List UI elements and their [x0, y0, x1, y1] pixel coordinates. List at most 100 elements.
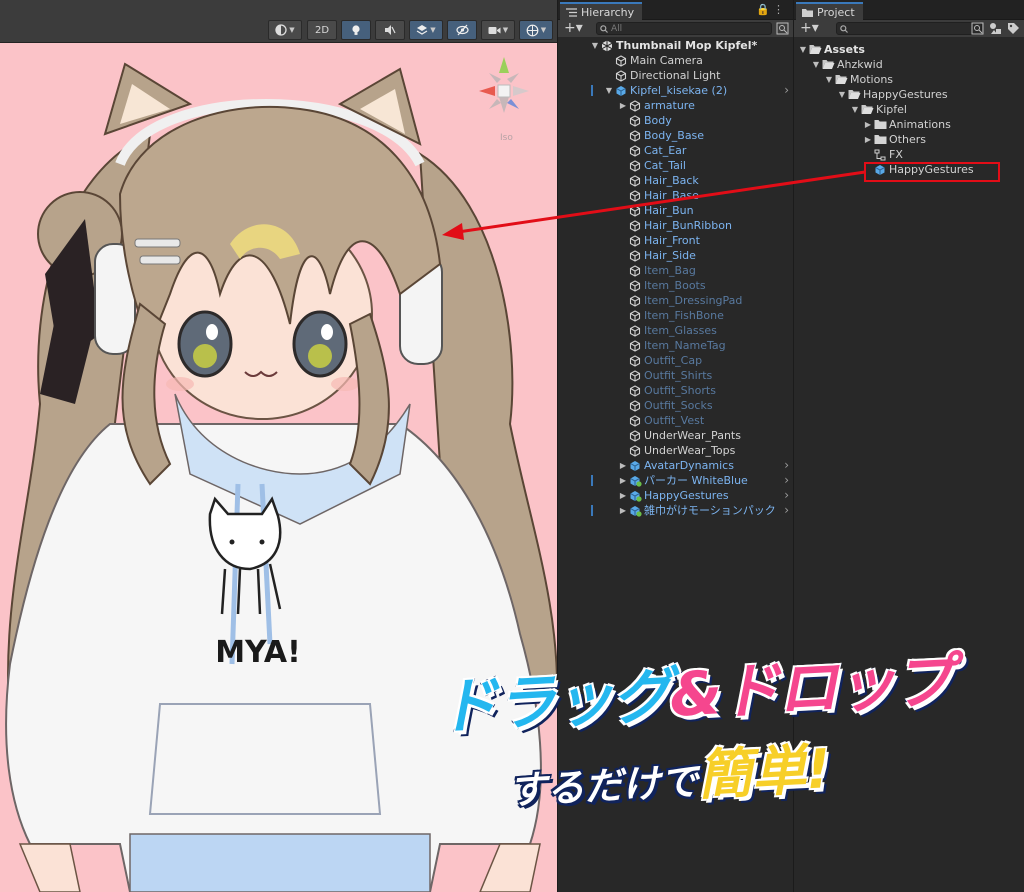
tree-row[interactable]: Cat_Ear — [558, 143, 793, 158]
prefab-cube-icon — [628, 459, 642, 473]
search-filter-icon[interactable] — [776, 22, 789, 35]
hierarchy-search-input[interactable]: All — [596, 22, 772, 35]
filter-by-label-icon[interactable] — [1007, 22, 1020, 35]
tree-row[interactable]: Item_Glasses — [558, 323, 793, 338]
folder-icon — [802, 8, 813, 17]
tab-hierarchy-label: Hierarchy — [581, 5, 635, 19]
tree-row[interactable]: FX — [794, 147, 1024, 162]
tree-row[interactable]: Item_DressingPad — [558, 293, 793, 308]
tree-row[interactable]: UnderWear_Pants — [558, 428, 793, 443]
expand-arrow-down-icon[interactable]: ▼ — [837, 87, 847, 102]
cube-outline-icon — [628, 99, 642, 113]
tree-row-label: Outfit_Shirts — [644, 369, 713, 382]
tree-row[interactable]: Main Camera — [558, 53, 793, 68]
draw-mode-dropdown[interactable]: ▼ — [268, 20, 302, 40]
kebab-menu-icon[interactable]: ⋮ — [773, 3, 787, 16]
expand-arrow-right-icon[interactable]: ▶ — [618, 98, 628, 113]
tree-row[interactable]: ▶ Animations — [794, 117, 1024, 132]
tree-row[interactable]: UnderWear_Tops — [558, 443, 793, 458]
tree-row[interactable]: Hair_Side — [558, 248, 793, 263]
expand-arrow-right-icon[interactable]: ▶ — [618, 488, 628, 503]
expand-arrow-right-icon[interactable]: ▶ — [863, 132, 873, 147]
tree-row[interactable]: Directional Light — [558, 68, 793, 83]
tree-row[interactable]: ▼ Kipfel_kisekae (2) › — [558, 83, 793, 98]
tree-row[interactable]: Hair_Front — [558, 233, 793, 248]
tree-row-label: Others — [889, 133, 926, 146]
expand-arrow-down-icon[interactable]: ▼ — [850, 102, 860, 117]
tree-row[interactable]: ▶ AvatarDynamics › — [558, 458, 793, 473]
tree-row-label: Hair_Side — [644, 249, 696, 262]
panel-menu-buttons[interactable]: 🔒⋮ — [756, 3, 787, 16]
tree-row[interactable]: ▼ Ahzkwid — [794, 57, 1024, 72]
tree-row[interactable]: ▶ パーカー WhiteBlue › — [558, 473, 793, 488]
tree-row[interactable]: Hair_Bun — [558, 203, 793, 218]
tree-row-label: Item_NameTag — [644, 339, 726, 352]
tree-row[interactable]: Item_Bag — [558, 263, 793, 278]
expand-arrow-right-icon[interactable]: ▶ — [618, 458, 628, 473]
tree-row[interactable]: ▼ Assets — [794, 42, 1024, 57]
expand-arrow-down-icon[interactable]: ▼ — [798, 42, 808, 57]
camera-settings-dropdown[interactable]: ▼ — [481, 20, 515, 40]
tree-row-label: Assets — [824, 43, 865, 56]
tree-row[interactable]: Outfit_Vest — [558, 413, 793, 428]
tree-row[interactable]: Body_Base — [558, 128, 793, 143]
tree-row[interactable]: Outfit_Shorts — [558, 383, 793, 398]
tree-row-label: UnderWear_Tops — [644, 444, 736, 457]
project-folder-tree[interactable]: ▼ Assets ▼ Ahzkwid ▼ Motions ▼ HappyGestures ▼ Ki… — [794, 42, 1024, 177]
open-prefab-chevron-icon[interactable]: › — [784, 488, 789, 503]
tree-row[interactable]: ▶ armature — [558, 98, 793, 113]
cube-outline-icon — [628, 279, 642, 293]
tree-row[interactable]: Cat_Tail — [558, 158, 793, 173]
tree-row[interactable]: ▶ Others — [794, 132, 1024, 147]
list-icon — [566, 7, 577, 17]
tree-row[interactable]: ▼ HappyGestures — [794, 87, 1024, 102]
lightbulb-icon — [352, 25, 360, 35]
lighting-toggle-button[interactable] — [341, 20, 371, 40]
filter-by-type-icon[interactable] — [989, 22, 1002, 35]
open-prefab-chevron-icon[interactable]: › — [784, 83, 789, 98]
tree-row[interactable]: Outfit_Shirts — [558, 368, 793, 383]
tree-row[interactable]: Outfit_Cap — [558, 353, 793, 368]
toggle-2d-button[interactable]: 2D — [307, 20, 337, 40]
tree-row[interactable]: Hair_BunRibbon — [558, 218, 793, 233]
scene-visibility-toggle[interactable] — [447, 20, 477, 40]
search-filter-icon[interactable] — [971, 22, 984, 35]
expand-arrow-down-icon[interactable]: ▼ — [824, 72, 834, 87]
tab-project[interactable]: Project — [796, 2, 863, 20]
tree-row[interactable]: Outfit_Socks — [558, 398, 793, 413]
tree-row[interactable]: ▼ Motions — [794, 72, 1024, 87]
tree-row[interactable]: Body — [558, 113, 793, 128]
lock-icon[interactable]: 🔒 — [756, 3, 773, 16]
cube-outline-icon — [628, 339, 642, 353]
expand-arrow-down-icon[interactable]: ▼ — [590, 38, 600, 53]
create-dropdown-button[interactable]: +▾ — [564, 20, 583, 36]
gizmos-dropdown[interactable]: ▼ — [519, 20, 553, 40]
open-prefab-chevron-icon[interactable]: › — [784, 458, 789, 473]
expand-arrow-right-icon[interactable]: ▶ — [618, 503, 628, 518]
audio-toggle-button[interactable] — [375, 20, 405, 40]
expand-arrow-down-icon[interactable]: ▼ — [604, 83, 614, 98]
banner-drag-text: ドラッグ — [435, 659, 673, 744]
tree-row-label: 雑巾がけモーションパック — [644, 504, 776, 517]
expand-arrow-right-icon[interactable]: ▶ — [863, 117, 873, 132]
tree-row[interactable]: Item_FishBone — [558, 308, 793, 323]
tree-row[interactable]: ▼ Kipfel — [794, 102, 1024, 117]
tree-row[interactable]: Item_NameTag — [558, 338, 793, 353]
tree-row[interactable]: Hair_Base — [558, 188, 793, 203]
create-asset-button[interactable]: +▾ — [800, 20, 819, 36]
tree-row-label: Thumbnail Mop Kipfel* — [616, 39, 758, 52]
project-search-input[interactable] — [836, 22, 982, 35]
tree-row[interactable]: ▼ Thumbnail Mop Kipfel* — [558, 38, 793, 53]
tab-hierarchy[interactable]: Hierarchy — [560, 2, 643, 20]
hierarchy-tree[interactable]: ▼ Thumbnail Mop Kipfel* Main Camera Directi… — [558, 38, 793, 518]
expand-arrow-down-icon[interactable]: ▼ — [811, 57, 821, 72]
tree-row[interactable]: ▶ 雑巾がけモーションパック › — [558, 503, 793, 518]
tree-row[interactable]: Hair_Back — [558, 173, 793, 188]
open-prefab-chevron-icon[interactable]: › — [784, 473, 789, 488]
expand-arrow-right-icon[interactable]: ▶ — [618, 473, 628, 488]
open-prefab-chevron-icon[interactable]: › — [784, 503, 789, 518]
effects-dropdown[interactable]: ▼ — [409, 20, 443, 40]
tree-row[interactable]: Item_Boots — [558, 278, 793, 293]
cube-outline-icon — [628, 129, 642, 143]
tree-row[interactable]: ▶ HappyGestures › — [558, 488, 793, 503]
